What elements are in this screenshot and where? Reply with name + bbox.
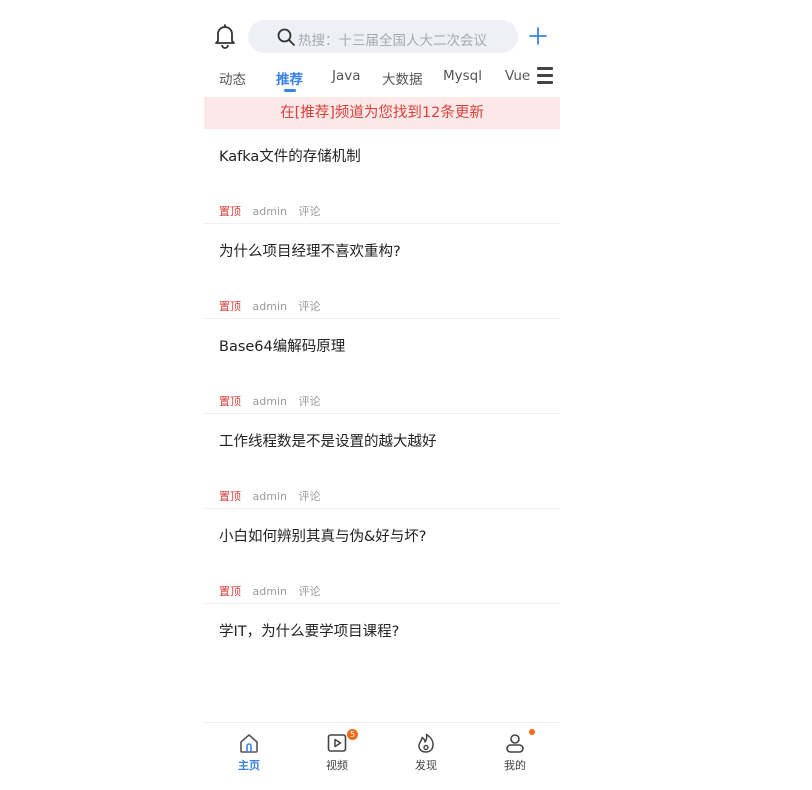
add-icon[interactable]	[526, 24, 550, 48]
comment-link[interactable]: 评论	[298, 300, 320, 313]
author-name: admin	[252, 205, 287, 218]
bottom-nav: 主页 5 视频 发现 我的	[204, 722, 560, 790]
article-list: Kafka文件的存储机制 置顶 admin 评论 为什么项目经理不喜欢重构? 置…	[204, 129, 560, 699]
video-icon	[327, 734, 347, 752]
video-badge: 5	[347, 729, 358, 740]
article-item[interactable]: 小白如何辨别其真与伪&好与坏? 置顶 admin 评论	[204, 509, 560, 604]
top-bar: 热搜：十三届全国人大二次会议	[204, 14, 560, 58]
tab-dongtai[interactable]: 动态	[219, 68, 246, 88]
article-title[interactable]: 工作线程数是不是设置的越大越好	[219, 430, 437, 451]
article-meta: 置顶 admin 评论	[219, 203, 320, 219]
article-meta: 置顶 admin 评论	[219, 298, 320, 314]
pinned-label: 置顶	[219, 585, 241, 598]
article-item[interactable]: Kafka文件的存储机制 置顶 admin 评论	[204, 129, 560, 224]
tab-mysql[interactable]: Mysql	[443, 68, 482, 84]
profile-notification-dot	[529, 729, 535, 735]
search-icon	[277, 28, 295, 46]
nav-home[interactable]: 主页	[219, 732, 279, 782]
article-title[interactable]: 学IT，为什么要学项目课程?	[219, 620, 399, 641]
article-item[interactable]: Base64编解码原理 置顶 admin 评论	[204, 319, 560, 414]
nav-video[interactable]: 5 视频	[307, 729, 367, 782]
author-name: admin	[252, 395, 287, 408]
pinned-label: 置顶	[219, 490, 241, 503]
channel-tabs: 动态 推荐 Java 大数据 Mysql Vue	[204, 60, 560, 96]
notification-bell-icon[interactable]	[212, 22, 238, 50]
search-placeholder: 热搜：十三届全国人大二次会议	[298, 33, 487, 49]
pinned-label: 置顶	[219, 395, 241, 408]
tab-bigdata[interactable]: 大数据	[382, 68, 423, 88]
nav-profile-label: 我的	[504, 759, 526, 772]
pinned-label: 置顶	[219, 205, 241, 218]
channel-menu-icon[interactable]	[537, 67, 553, 87]
tab-java[interactable]: Java	[332, 68, 361, 84]
nav-home-label: 主页	[238, 759, 260, 772]
app-screen: 热搜：十三届全国人大二次会议 动态 推荐 Java 大数据 Mysql Vue …	[204, 0, 560, 790]
comment-link[interactable]: 评论	[298, 585, 320, 598]
author-name: admin	[252, 300, 287, 313]
user-icon	[506, 734, 524, 753]
pinned-label: 置顶	[219, 300, 241, 313]
fire-icon	[418, 733, 434, 753]
nav-discover-label: 发现	[415, 759, 437, 772]
article-item[interactable]: 学IT，为什么要学项目课程?	[204, 604, 560, 699]
nav-video-label: 视频	[326, 759, 348, 772]
article-item[interactable]: 为什么项目经理不喜欢重构? 置顶 admin 评论	[204, 224, 560, 319]
author-name: admin	[252, 490, 287, 503]
tab-vue[interactable]: Vue	[505, 68, 530, 84]
comment-link[interactable]: 评论	[298, 490, 320, 503]
nav-profile[interactable]: 我的	[485, 729, 545, 782]
article-title[interactable]: Base64编解码原理	[219, 335, 345, 356]
home-icon	[240, 734, 258, 753]
update-banner: 在[推荐]频道为您找到12条更新	[204, 97, 560, 129]
article-meta: 置顶 admin 评论	[219, 393, 320, 409]
search-bar[interactable]: 热搜：十三届全国人大二次会议	[248, 20, 518, 53]
article-item[interactable]: 工作线程数是不是设置的越大越好 置顶 admin 评论	[204, 414, 560, 509]
article-title[interactable]: 小白如何辨别其真与伪&好与坏?	[219, 525, 427, 546]
article-title[interactable]: Kafka文件的存储机制	[219, 145, 361, 166]
active-tab-indicator	[284, 89, 296, 92]
comment-link[interactable]: 评论	[298, 205, 320, 218]
article-title[interactable]: 为什么项目经理不喜欢重构?	[219, 240, 401, 261]
article-meta: 置顶 admin 评论	[219, 488, 320, 504]
tab-recommend[interactable]: 推荐	[276, 68, 303, 88]
nav-discover[interactable]: 发现	[396, 732, 456, 782]
author-name: admin	[252, 585, 287, 598]
article-meta: 置顶 admin 评论	[219, 583, 320, 599]
comment-link[interactable]: 评论	[298, 395, 320, 408]
